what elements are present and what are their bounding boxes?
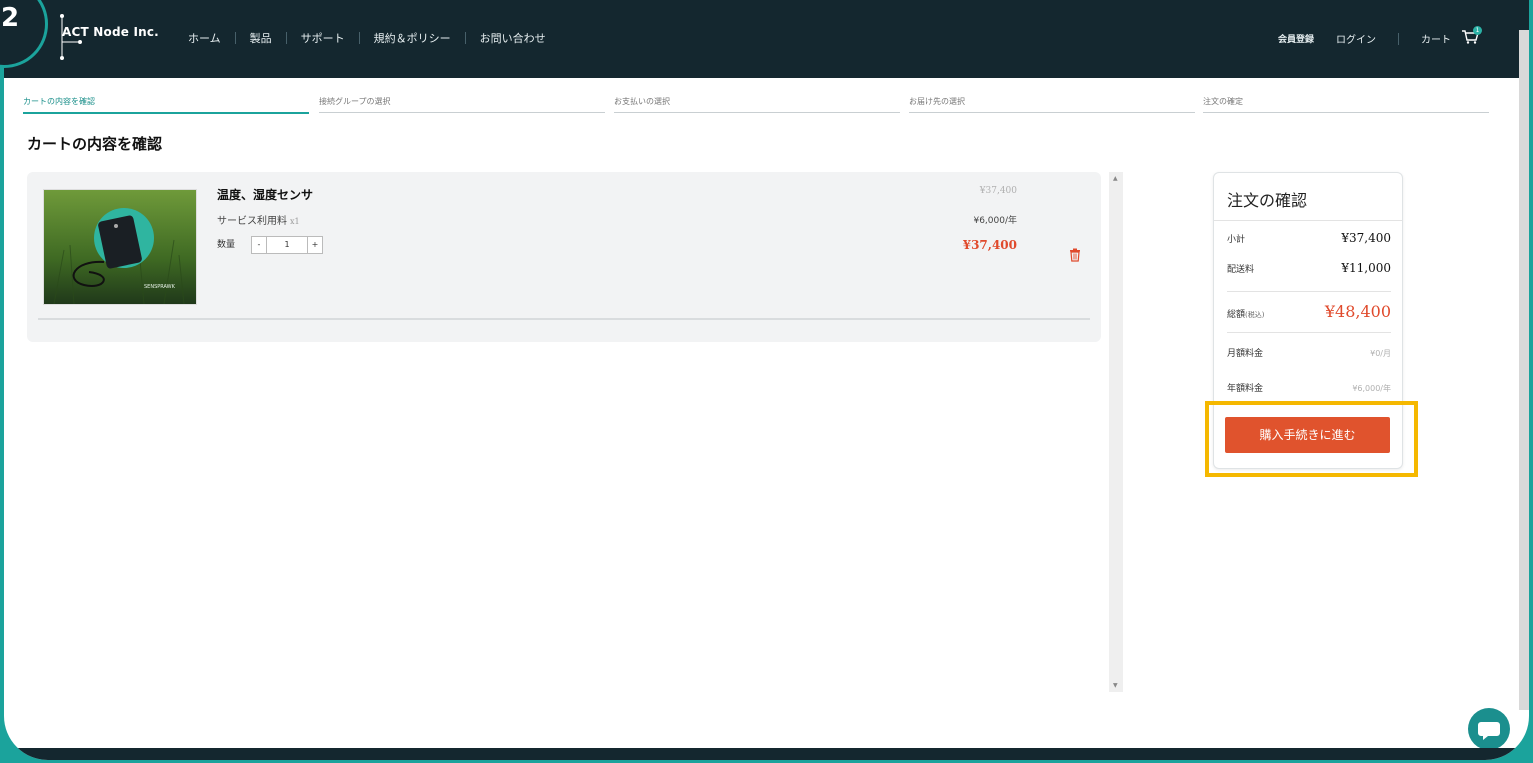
subtotal-value: ¥37,400 (1341, 231, 1391, 245)
checkout-steps: カートの内容を確認 接続グループの選択 お支払いの選択 お届け先の選択 注文の確… (23, 96, 1501, 116)
service-fee-row: サービス利用料 x1 (217, 212, 300, 227)
cart-item-panel: SENSPRAWK 温度、湿度センサ サービス利用料 x1 数量 - 1 + ¥3… (27, 172, 1101, 342)
total-label-wrap: 総額(税込) (1227, 307, 1264, 320)
qty-increment-button[interactable]: + (307, 236, 323, 254)
step-confirm-cart: カートの内容を確認 (23, 96, 309, 114)
nav-contact[interactable]: お問い合わせ (466, 30, 560, 46)
brand-name[interactable]: ACT Node Inc. (62, 25, 159, 39)
summary-divider (1227, 332, 1391, 333)
service-fee-label: サービス利用料 (217, 216, 287, 227)
monthly-fee-row: 月額料金 ¥0/月 (1227, 346, 1391, 359)
qty-value-input[interactable]: 1 (267, 236, 307, 254)
scroll-up-arrow-icon[interactable]: ▲ (1113, 175, 1118, 182)
yearly-fee-value: ¥6,000/年 (1352, 384, 1391, 393)
nav-support[interactable]: サポート (287, 30, 359, 46)
cart-button[interactable]: 1 (1461, 26, 1482, 47)
step-number: 2 (1, 3, 20, 33)
cart-scrollbar[interactable]: ▲ ▼ (1109, 172, 1123, 692)
monthly-fee-label: 月額料金 (1227, 349, 1264, 359)
step-delivery: お届け先の選択 (909, 96, 1195, 113)
product-name[interactable]: 温度、湿度センサ (217, 186, 313, 203)
main-nav: ホーム 製品 サポート 規約＆ポリシー お問い合わせ (174, 30, 560, 46)
svg-text:SENSPRAWK: SENSPRAWK (144, 284, 176, 290)
shipping-label: 配送料 (1227, 265, 1255, 275)
sensor-product-photo-icon: SENSPRAWK (44, 190, 196, 304)
list-price: ¥37,400 (979, 186, 1017, 196)
chat-button[interactable] (1468, 708, 1510, 750)
quantity-label: 数量 (217, 240, 236, 250)
nav-products[interactable]: 製品 (236, 30, 286, 46)
proceed-to-checkout-button[interactable]: 購入手続きに進む (1225, 417, 1390, 453)
summary-title: 注文の確認 (1227, 191, 1308, 210)
login-link[interactable]: ログイン (1336, 31, 1376, 46)
total-tax-note: (税込) (1245, 311, 1265, 319)
nav-home[interactable]: ホーム (174, 30, 235, 46)
nav-separator (1398, 32, 1399, 45)
scroll-down-arrow-icon[interactable]: ▼ (1113, 682, 1118, 689)
step-order-confirm: 注文の確定 (1203, 96, 1489, 113)
subtotal-row: 小計 ¥37,400 (1227, 231, 1391, 245)
chat-bubble-icon (1478, 722, 1500, 740)
yearly-fee-label: 年額料金 (1227, 384, 1264, 394)
step-payment: お支払いの選択 (614, 96, 900, 113)
account-nav: 会員登録 ログイン カート 1 (1256, 26, 1482, 47)
service-fee-qty: x1 (290, 217, 300, 226)
cart-count-badge: 1 (1473, 26, 1482, 35)
summary-divider (1214, 220, 1402, 221)
qty-decrement-button[interactable]: - (251, 236, 267, 254)
cart-link[interactable]: カート (1421, 31, 1451, 46)
shipping-row: 配送料 ¥11,000 (1227, 261, 1391, 275)
total-value: ¥48,400 (1324, 302, 1391, 321)
total-row: 総額(税込) ¥48,400 (1227, 302, 1391, 321)
subtotal-label: 小計 (1227, 235, 1246, 245)
trash-icon[interactable] (1069, 248, 1081, 262)
footer-bar (4, 748, 1529, 760)
page-scrollbar[interactable] (1519, 30, 1529, 710)
step-connection-group: 接続グループの選択 (319, 96, 605, 113)
summary-divider (1227, 291, 1391, 292)
quantity-stepper: - 1 + (251, 236, 323, 254)
product-image: SENSPRAWK (43, 189, 197, 305)
app-window: ACT Node Inc. ホーム 製品 サポート 規約＆ポリシー お問い合わせ… (4, 0, 1529, 760)
yearly-fee-row: 年額料金 ¥6,000/年 (1227, 381, 1391, 394)
item-price: ¥37,400 (962, 238, 1017, 252)
service-fee-price: ¥6,000/年 (973, 216, 1017, 226)
nav-terms[interactable]: 規約＆ポリシー (360, 30, 465, 46)
page-title: カートの内容を確認 (27, 135, 163, 153)
total-label: 総額 (1227, 310, 1246, 320)
cart-divider (38, 318, 1090, 320)
shipping-value: ¥11,000 (1341, 261, 1391, 275)
monthly-fee-value: ¥0/月 (1370, 349, 1391, 358)
top-navigation-bar: ACT Node Inc. ホーム 製品 サポート 規約＆ポリシー お問い合わせ… (4, 0, 1529, 78)
register-link[interactable]: 会員登録 (1278, 32, 1314, 45)
